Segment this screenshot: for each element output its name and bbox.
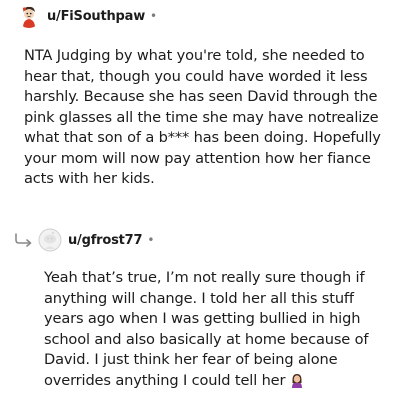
comment-header: u/FiSouthpaw • (0, 3, 400, 29)
meta-separator: • (147, 233, 155, 247)
username-link[interactable]: u/gfrost77 (68, 233, 143, 248)
username-link[interactable]: u/FiSouthpaw (47, 9, 145, 24)
user-avatar-icon[interactable] (38, 228, 62, 252)
comment: u/FiSouthpaw • NTA Judging by what you'r… (0, 3, 400, 187)
user-avatar-icon[interactable] (17, 4, 41, 28)
woman-facepalming-emoji-icon (292, 373, 303, 388)
reply-comment: u/gfrost77 • Yeah that’s true, I’m not r… (0, 227, 400, 389)
reply-arrow-icon (15, 233, 32, 247)
comment-body: NTA Judging by what you're told, she nee… (24, 47, 381, 187)
meta-separator: • (150, 9, 158, 23)
comment-text: Yeah that’s true, I’m not really sure th… (44, 269, 369, 389)
comment-header: u/gfrost77 • (0, 227, 400, 253)
comment-body: Yeah that’s true, I’m not really sure th… (44, 268, 384, 391)
